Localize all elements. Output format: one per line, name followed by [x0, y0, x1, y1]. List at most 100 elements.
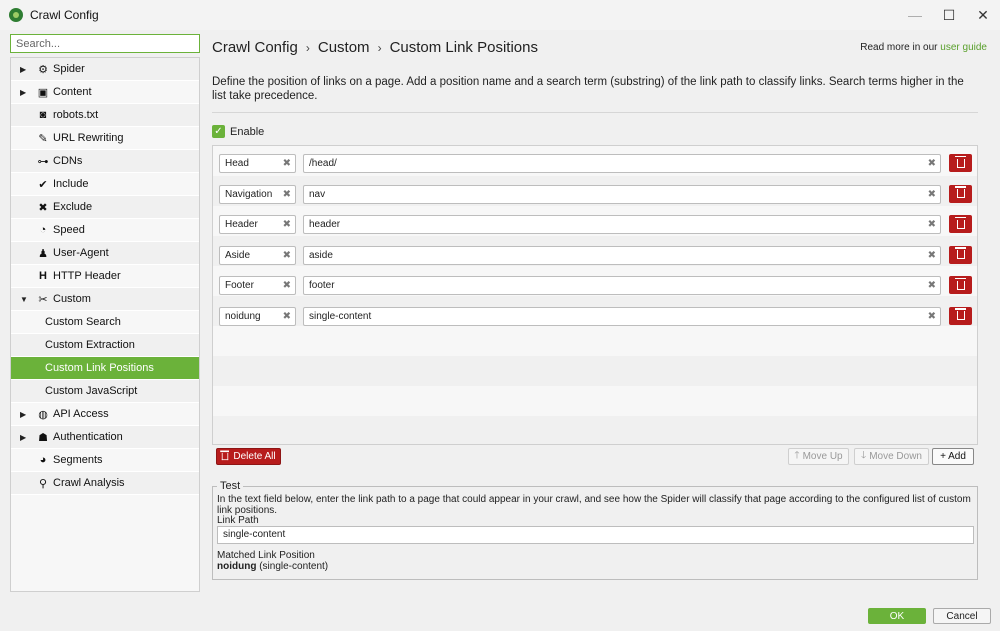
minimize-icon[interactable]: —: [898, 0, 932, 30]
delete-all-button[interactable]: Delete All: [216, 448, 281, 465]
sidebar-item-user-agent[interactable]: ♟ User-Agent: [11, 242, 199, 265]
globe-icon: ◍: [38, 408, 48, 421]
trash-icon: [220, 450, 230, 461]
edit-icon: ✎: [38, 132, 48, 145]
position-row: Navigation ✖ nav ✖: [219, 184, 975, 205]
list-actions-bar: Delete All 🡑 Move Up 🡓 Move Down + Add: [212, 445, 978, 470]
users-icon: ☗: [38, 431, 48, 444]
position-name-input[interactable]: Navigation ✖: [219, 184, 296, 204]
config-tree: ▶ ⚙ Spider ▶ ▣ Content ◙ robots.txt ✎ UR…: [10, 57, 200, 592]
sidebar-item-speed[interactable]: ◔ Speed: [11, 219, 199, 242]
clear-icon[interactable]: ✖: [283, 277, 291, 294]
sidebar: ▶ ⚙ Spider ▶ ▣ Content ◙ robots.txt ✎ UR…: [10, 34, 200, 592]
page-title: Custom Link Positions: [389, 39, 538, 56]
sidebar-item-http-header[interactable]: H HTTP Header: [11, 265, 199, 288]
clear-icon[interactable]: ✖: [283, 247, 291, 264]
add-button[interactable]: + Add: [932, 448, 974, 465]
cancel-button[interactable]: Cancel: [933, 608, 991, 624]
sidebar-item-custom-link-positions[interactable]: Custom Link Positions: [11, 357, 199, 380]
search-term-input[interactable]: header ✖: [303, 215, 941, 234]
sidebar-item-robots[interactable]: ◙ robots.txt: [11, 104, 199, 127]
link-positions-list: Head ✖ /head/✖ Navigation ✖ nav ✖ Header ✖ h…: [212, 145, 978, 445]
delete-row-button[interactable]: [949, 184, 972, 203]
clear-icon[interactable]: ✖: [283, 155, 291, 172]
clear-icon[interactable]: ✖: [928, 155, 936, 172]
delete-row-button[interactable]: [949, 154, 972, 172]
checkbox-checked-icon[interactable]: ✓: [212, 125, 225, 138]
position-row: Aside ✖ aside ✖: [219, 245, 975, 266]
sidebar-item-url-rewriting[interactable]: ✎ URL Rewriting: [11, 127, 199, 150]
ok-button[interactable]: OK: [868, 608, 926, 624]
delete-row-button[interactable]: [949, 306, 972, 325]
search-term-input[interactable]: nav ✖: [303, 184, 941, 204]
sidebar-item-content[interactable]: ▶ ▣ Content: [11, 81, 199, 104]
sidebar-item-custom[interactable]: ▼ ✂ Custom: [11, 288, 199, 311]
sidebar-item-crawl-analysis[interactable]: ⚲ Crawl Analysis: [11, 472, 199, 495]
sidebar-item-include[interactable]: ✔ Include: [11, 173, 199, 196]
sidebar-item-spider[interactable]: ▶ ⚙ Spider: [11, 58, 199, 81]
close-icon[interactable]: ✕: [966, 0, 1000, 30]
expand-arrow-icon[interactable]: ▶: [20, 88, 26, 97]
sidebar-item-exclude[interactable]: ✖ Exclude: [11, 196, 199, 219]
position-name-input[interactable]: Head ✖: [219, 154, 296, 173]
breadcrumb-separator: ›: [305, 40, 310, 55]
help-text: Read more in our user guide: [860, 42, 987, 53]
tools-icon: ✂: [38, 293, 48, 306]
search-input[interactable]: [10, 34, 200, 53]
matched-link-position-value: noidung (single-content): [217, 561, 329, 572]
breadcrumb-crawl-config: Crawl Config: [212, 39, 298, 56]
breadcrumb-custom: Custom: [317, 39, 370, 56]
sidebar-item-custom-javascript[interactable]: Custom JavaScript: [11, 380, 199, 403]
clear-icon[interactable]: ✖: [283, 216, 291, 233]
sidebar-item-cdns[interactable]: ⊶ CDNs: [11, 150, 199, 173]
clear-icon[interactable]: ✖: [928, 216, 936, 233]
sidebar-item-api-access[interactable]: ▶ ◍ API Access: [11, 403, 199, 426]
enable-checkbox[interactable]: ✓ Enable: [212, 125, 264, 138]
position-row: Head ✖ /head/✖: [219, 154, 975, 174]
move-up-button[interactable]: 🡑 Move Up: [788, 448, 849, 465]
expand-arrow-icon[interactable]: ▶: [20, 433, 26, 442]
search-icon: ⚲: [38, 477, 48, 490]
arrow-up-icon: 🡑: [794, 450, 800, 461]
check-circle-icon: ✔: [38, 178, 48, 191]
trash-icon: [954, 216, 966, 229]
sidebar-item-segments[interactable]: ◕ Segments: [11, 449, 199, 472]
expand-arrow-icon[interactable]: ▶: [20, 65, 26, 74]
link-path-input[interactable]: single-content: [217, 526, 974, 544]
search-term-input[interactable]: aside ✖: [303, 245, 941, 265]
position-name-input[interactable]: Footer ✖: [219, 276, 296, 295]
enable-label: Enable: [230, 125, 265, 138]
sidebar-item-custom-search[interactable]: Custom Search: [11, 311, 199, 334]
search-term-input[interactable]: /head/✖: [303, 154, 941, 173]
maximize-icon[interactable]: ☐: [932, 0, 966, 30]
trash-icon: [954, 247, 966, 259]
user-guide-link[interactable]: user guide: [940, 42, 987, 53]
link-path-label: Link Path: [217, 515, 259, 526]
clear-icon[interactable]: ✖: [283, 308, 291, 325]
trash-icon: [954, 186, 966, 198]
robot-icon: ◙: [39, 109, 47, 121]
search-term-input[interactable]: single-content ✖: [303, 306, 941, 326]
pie-chart-icon: ◕: [39, 454, 47, 466]
sidebar-item-authentication[interactable]: ▶ ☗ Authentication: [11, 426, 199, 449]
clear-icon[interactable]: ✖: [283, 186, 291, 203]
position-name-input[interactable]: Header ✖: [219, 215, 296, 234]
sidebar-item-custom-extraction[interactable]: Custom Extraction: [11, 334, 199, 357]
move-down-button[interactable]: 🡓 Move Down: [854, 448, 929, 465]
arrow-down-icon: 🡓: [860, 450, 867, 461]
clear-icon[interactable]: ✖: [928, 247, 936, 264]
clear-icon[interactable]: ✖: [928, 186, 936, 203]
collapse-arrow-icon[interactable]: ▼: [20, 295, 28, 304]
header-icon: H: [39, 270, 47, 282]
delete-row-button[interactable]: [949, 215, 972, 233]
search-term-input[interactable]: footer ✖: [303, 276, 941, 295]
clear-icon[interactable]: ✖: [928, 308, 936, 325]
delete-row-button[interactable]: [949, 245, 972, 264]
breadcrumb: Crawl Config › Custom › Custom Link Posi…: [212, 39, 538, 56]
position-name-input[interactable]: noidung ✖: [219, 306, 296, 326]
position-name-input[interactable]: Aside ✖: [219, 245, 296, 265]
delete-row-button[interactable]: [949, 276, 972, 294]
expand-arrow-icon[interactable]: ▶: [20, 410, 26, 419]
x-circle-icon: ✖: [38, 201, 48, 214]
clear-icon[interactable]: ✖: [928, 277, 936, 294]
